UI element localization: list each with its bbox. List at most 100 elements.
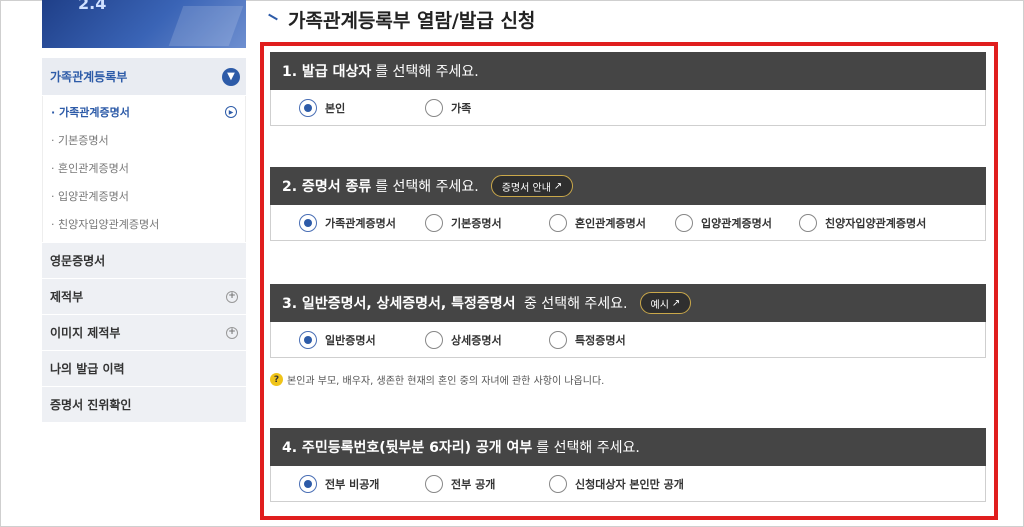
radio-checked-icon[interactable] [299,330,317,349]
sidebar-item-label: 나의 발급 이력 [50,362,125,376]
radio-label: 특정증명서 [575,333,626,347]
sidebar-subitem[interactable]: · 친양자입양관계증명서 [43,210,245,238]
sidebar-subitem[interactable]: · 혼인관계증명서 [43,154,245,182]
sidebar-subitem[interactable]: · 기본증명서 [43,126,245,154]
hint-text-row: ? 본인과 부모, 배우자, 생존한 현재의 혼인 중의 자녀에 관한 사항이 … [270,372,604,387]
sidebar-banner: 2.4 [42,0,246,48]
radio-option[interactable]: 특정증명서 [549,330,626,349]
section-header: 4. 주민등록번호(뒷부분 6자리) 공개 여부 를 선택해 주세요. [270,428,986,466]
section-title-bold: 3. 일반증명서, 상세증명서, 특정증명서 [282,296,516,312]
radio-label: 상세증명서 [451,333,502,347]
section-header: 3. 일반증명서, 상세증명서, 특정증명서 중 선택해 주세요. 예시 ↗ [270,284,986,322]
info-button[interactable]: 예시 ↗ [639,292,692,314]
section-header: 2. 증명서 종류 를 선택해 주세요. 증명서 안내 ↗ [270,167,986,205]
radio-label: 입양관계증명서 [701,216,772,230]
radio-option[interactable]: 친양자입양관계증명서 [799,213,927,232]
radio-checked-icon[interactable] [299,98,317,117]
external-link-icon: ↗ [671,297,681,309]
radio-label: 전부 비공개 [325,477,380,491]
sidebar-subitem-label: · 입양관계증명서 [51,190,129,203]
radio-unchecked-icon[interactable] [799,213,817,232]
sidebar-item-label: 이미지 제적부 [50,326,121,340]
sidebar-item-label: 영문증명서 [50,254,106,268]
banner-decoration [168,6,244,46]
sidebar-subitem[interactable]: · 가족관계증명서 ▶ [43,98,245,126]
radio-unchecked-icon[interactable] [425,330,443,349]
sidebar-item-label: 제적부 [50,290,84,304]
radio-option[interactable]: 입양관계증명서 [675,213,772,232]
hint-text: 본인과 부모, 배우자, 생존한 현재의 혼인 중의 자녀에 관한 사항이 나옵… [287,376,605,387]
radio-label: 가족관계증명서 [325,216,396,230]
page-title-wrap: 가족관계등록부 열람/발급 신청 [268,6,535,32]
title-tick-icon [268,13,278,21]
sidebar: 가족관계등록부 ▼ · 가족관계증명서 ▶ · 기본증명서 · 혼인관계증명서 · 입양… [42,58,246,422]
form-section: 4. 주민등록번호(뒷부분 6자리) 공개 여부 를 선택해 주세요. 전부 비공개… [270,428,986,502]
radio-option[interactable]: 기본증명서 [425,213,502,232]
sidebar-item[interactable]: 제적부 + [42,278,246,314]
sidebar-item[interactable]: 이미지 제적부 + [42,314,246,350]
section-title-bold: 1. 발급 대상자 [282,64,372,80]
radio-label: 신청대상자 본인만 공개 [575,477,684,491]
sidebar-item-family-register[interactable]: 가족관계등록부 ▼ [42,58,246,96]
radio-label: 본인 [325,101,346,115]
sidebar-item-label: 증명서 진위확인 [50,398,132,412]
info-button-label: 증명서 안내 [501,182,551,194]
info-button-label: 예시 [650,299,669,311]
radio-option[interactable]: 혼인관계증명서 [549,213,646,232]
sidebar-subitem-label: · 기본증명서 [51,134,109,147]
sidebar-subitem-label: · 혼인관계증명서 [51,162,129,175]
radio-checked-icon[interactable] [299,474,317,493]
radio-checked-icon[interactable] [299,213,317,232]
section-title-rest: 를 선택해 주세요. [375,64,479,80]
sidebar-subitem-label: · 가족관계증명서 [51,106,130,119]
radio-option[interactable]: 본인 [299,98,346,117]
radio-unchecked-icon[interactable] [425,213,443,232]
page-title: 가족관계등록부 열람/발급 신청 [288,9,536,32]
sidebar-submenu: · 가족관계증명서 ▶ · 기본증명서 · 혼인관계증명서 · 입양관계증명서 · 친양자… [42,96,246,242]
radio-unchecked-icon[interactable] [549,330,567,349]
chevron-down-icon[interactable]: ▼ [222,67,240,86]
info-button[interactable]: 증명서 안내 ↗ [490,175,574,197]
radio-group: 가족관계증명서 기본증명서 혼인관계증명서 입양관계증명서 친양자입양관계증명서 [270,205,986,241]
radio-label: 혼인관계증명서 [575,216,646,230]
section-title-bold: 2. 증명서 종류 [282,179,372,195]
section-title-rest: 를 선택해 주세요. [375,179,479,195]
radio-label: 가족 [451,101,472,115]
radio-group: 일반증명서 상세증명서 특정증명서 [270,322,986,358]
radio-group: 본인 가족 [270,90,986,126]
radio-unchecked-icon[interactable] [549,213,567,232]
banner-text: 2.4 [78,0,107,13]
radio-option[interactable]: 가족관계증명서 [299,213,396,232]
sidebar-item[interactable]: 나의 발급 이력 [42,350,246,386]
expand-plus-icon[interactable]: + [226,290,238,303]
radio-option[interactable]: 가족 [425,98,472,117]
expand-plus-icon[interactable]: + [226,326,238,339]
section-title-rest: 중 선택해 주세요. [519,296,628,312]
radio-group: 전부 비공개 전부 공개 신청대상자 본인만 공개 [270,466,986,502]
form-section: 1. 발급 대상자 를 선택해 주세요. 본인 가족 [270,52,986,126]
radio-label: 친양자입양관계증명서 [825,216,927,230]
sidebar-head-label: 가족관계등록부 [50,70,128,84]
radio-unchecked-icon[interactable] [675,213,693,232]
section-title-rest: 를 선택해 주세요. [536,440,640,456]
section-header: 1. 발급 대상자 를 선택해 주세요. [270,52,986,90]
radio-option[interactable]: 상세증명서 [425,330,502,349]
radio-unchecked-icon[interactable] [549,474,567,493]
question-icon: ? [270,373,283,386]
radio-label: 일반증명서 [325,333,376,347]
radio-option[interactable]: 전부 비공개 [299,474,380,493]
form-section: 3. 일반증명서, 상세증명서, 특정증명서 중 선택해 주세요. 예시 ↗ 일반증명… [270,284,986,358]
sidebar-menu: 영문증명서제적부 + 이미지 제적부 + 나의 발급 이력증명서 진위확인 [42,242,246,422]
sidebar-item[interactable]: 증명서 진위확인 [42,386,246,422]
radio-option[interactable]: 일반증명서 [299,330,376,349]
radio-label: 기본증명서 [451,216,502,230]
sidebar-subitem-label: · 친양자입양관계증명서 [51,218,160,231]
radio-unchecked-icon[interactable] [425,474,443,493]
radio-option[interactable]: 전부 공개 [425,474,496,493]
radio-option[interactable]: 신청대상자 본인만 공개 [549,474,684,493]
external-link-icon: ↗ [553,180,563,192]
radio-unchecked-icon[interactable] [425,98,443,117]
sidebar-item[interactable]: 영문증명서 [42,242,246,278]
radio-label: 전부 공개 [451,477,496,491]
sidebar-subitem[interactable]: · 입양관계증명서 [43,182,245,210]
